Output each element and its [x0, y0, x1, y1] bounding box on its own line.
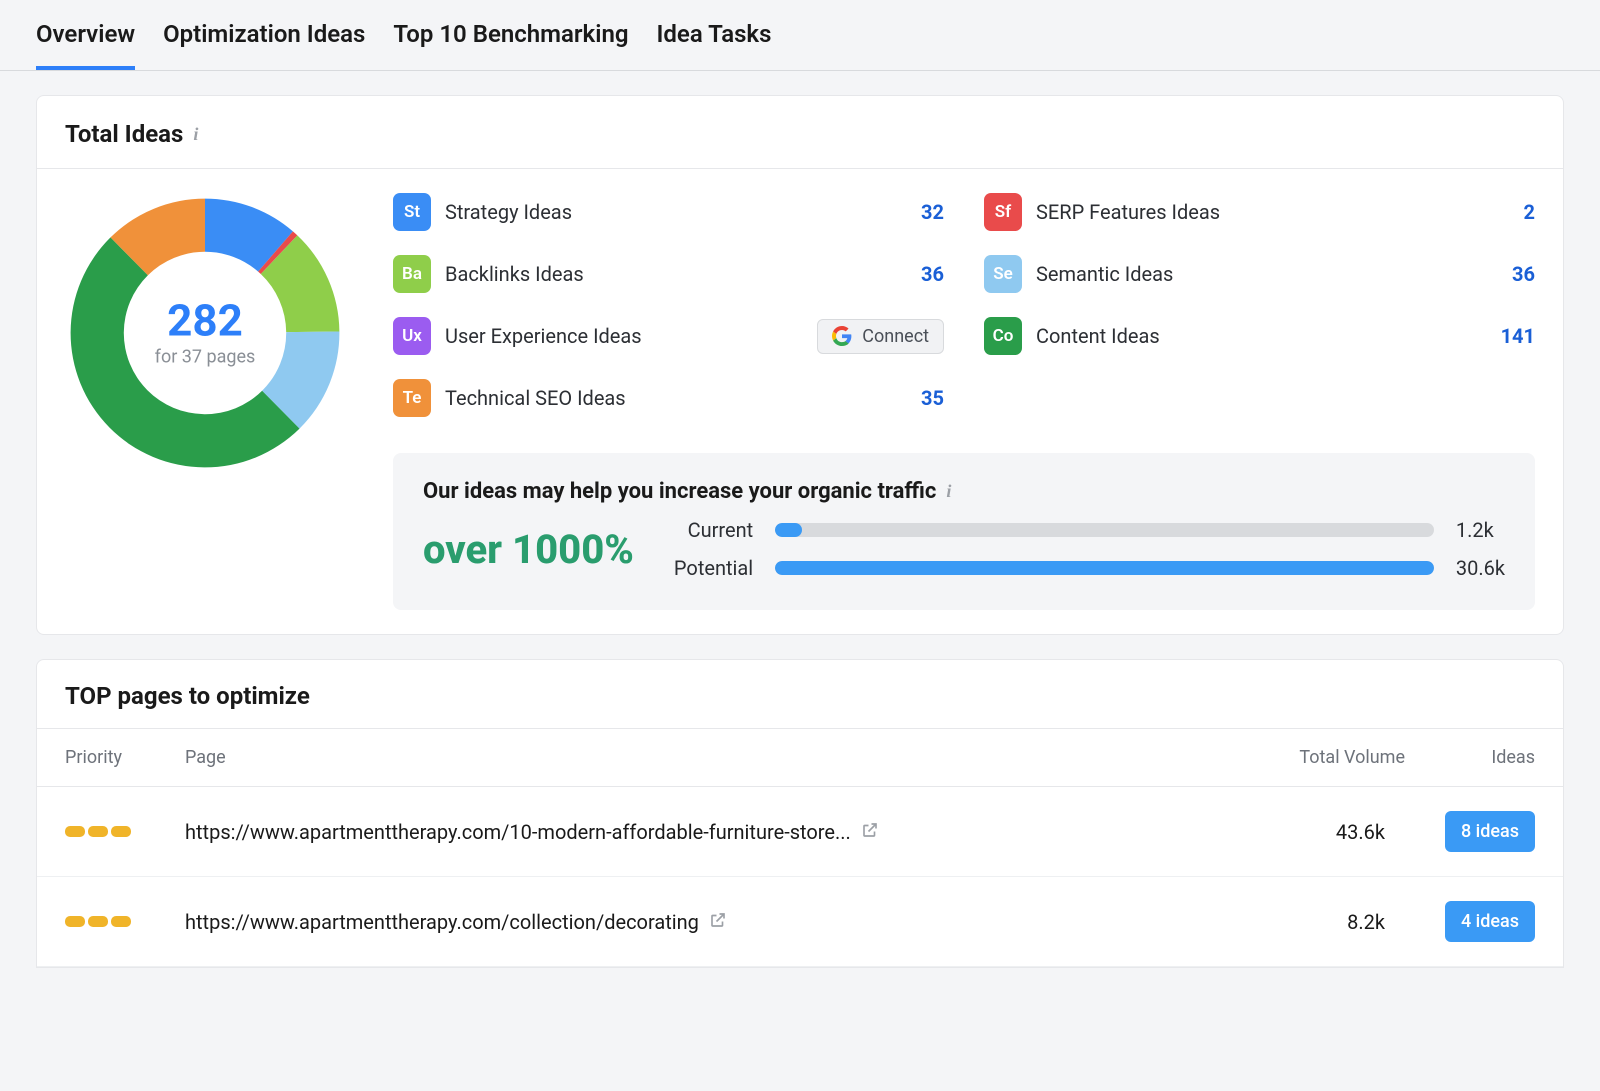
idea-category[interactable]: Sf SERP Features Ideas 2 [984, 193, 1535, 231]
total-ideas-header: Total Ideas i [37, 96, 1563, 169]
ideas-button[interactable]: 4 ideas [1445, 901, 1535, 942]
ideas-categories: St Strategy Ideas 32 Sf SERP Features Ideas 2… [393, 193, 1535, 417]
connect-button[interactable]: Connect [817, 319, 944, 354]
idea-count: 141 [1489, 324, 1535, 348]
external-link-icon[interactable] [861, 820, 879, 844]
idea-label: SERP Features Ideas [1036, 200, 1475, 224]
traffic-forecast: Our ideas may help you increase your org… [393, 453, 1535, 610]
traffic-bar-track [775, 523, 1434, 537]
tab-idea-tasks[interactable]: Idea Tasks [657, 0, 772, 70]
google-icon [832, 326, 852, 346]
idea-category[interactable]: Ba Backlinks Ideas 36 [393, 255, 944, 293]
col-ideas: Ideas [1405, 747, 1535, 768]
idea-chip: Co [984, 317, 1022, 355]
top-pages-title: TOP pages to optimize [65, 682, 310, 710]
idea-category[interactable]: Te Technical SEO Ideas 35 [393, 379, 944, 417]
idea-chip: Ux [393, 317, 431, 355]
traffic-bar-track [775, 561, 1434, 575]
idea-label: Strategy Ideas [445, 200, 884, 224]
traffic-percent: over 1000% [423, 526, 634, 573]
tab-top10-benchmarking[interactable]: Top 10 Benchmarking [393, 0, 628, 70]
traffic-bar-fill [775, 561, 1434, 575]
idea-category[interactable]: St Strategy Ideas 32 [393, 193, 944, 231]
top-pages-card: TOP pages to optimize Priority Page Tota… [36, 659, 1564, 968]
idea-chip: Sf [984, 193, 1022, 231]
idea-category[interactable]: Ux User Experience Ideas Connect [393, 317, 944, 355]
tab-overview[interactable]: Overview [36, 0, 135, 70]
ideas-button[interactable]: 8 ideas [1445, 811, 1535, 852]
tab-optimization-ideas[interactable]: Optimization Ideas [163, 0, 365, 70]
top-pages-columns: Priority Page Total Volume Ideas [37, 729, 1563, 787]
idea-label: Technical SEO Ideas [445, 386, 884, 410]
info-icon[interactable]: i [946, 481, 951, 502]
idea-category[interactable]: Se Semantic Ideas 36 [984, 255, 1535, 293]
total-ideas-title: Total Ideas [65, 120, 183, 148]
priority-indicator [65, 826, 185, 837]
traffic-bar-value: 1.2k [1456, 518, 1505, 542]
idea-category[interactable]: Co Content Ideas 141 [984, 317, 1535, 355]
main-tabs: Overview Optimization Ideas Top 10 Bench… [0, 0, 1600, 71]
donut-subtitle: for 37 pages [155, 347, 256, 368]
table-row: https://www.apartmenttherapy.com/collect… [37, 877, 1563, 967]
external-link-icon[interactable] [709, 910, 727, 934]
traffic-bars: Current 1.2k Potential 30.6k [674, 518, 1505, 580]
priority-indicator [65, 916, 185, 927]
traffic-bar-label: Potential [674, 556, 753, 580]
idea-label: Backlinks Ideas [445, 262, 884, 286]
idea-count: 36 [898, 262, 944, 286]
total-volume: 8.2k [1245, 910, 1405, 934]
col-priority: Priority [65, 747, 185, 768]
idea-label: Semantic Ideas [1036, 262, 1475, 286]
idea-chip: Se [984, 255, 1022, 293]
idea-count: 32 [898, 200, 944, 224]
traffic-bar-fill [775, 523, 801, 537]
total-ideas-donut: 282 for 37 pages [65, 193, 345, 473]
page-url[interactable]: https://www.apartmenttherapy.com/collect… [185, 910, 1245, 934]
table-row: https://www.apartmenttherapy.com/10-mode… [37, 787, 1563, 877]
page-url[interactable]: https://www.apartmenttherapy.com/10-mode… [185, 820, 1245, 844]
idea-label: User Experience Ideas [445, 324, 803, 348]
idea-chip: St [393, 193, 431, 231]
donut-total: 282 [155, 299, 256, 343]
col-volume: Total Volume [1245, 747, 1405, 768]
total-volume: 43.6k [1245, 820, 1405, 844]
idea-label: Content Ideas [1036, 324, 1475, 348]
traffic-bar-label: Current [674, 518, 753, 542]
traffic-bar-value: 30.6k [1456, 556, 1505, 580]
col-page: Page [185, 747, 1245, 768]
idea-chip: Ba [393, 255, 431, 293]
idea-count: 35 [898, 386, 944, 410]
idea-count: 36 [1489, 262, 1535, 286]
idea-chip: Te [393, 379, 431, 417]
total-ideas-card: Total Ideas i 282 for 37 pages St Strateg… [36, 95, 1564, 635]
info-icon[interactable]: i [193, 124, 198, 145]
traffic-title: Our ideas may help you increase your org… [423, 479, 936, 504]
idea-count: 2 [1489, 200, 1535, 224]
